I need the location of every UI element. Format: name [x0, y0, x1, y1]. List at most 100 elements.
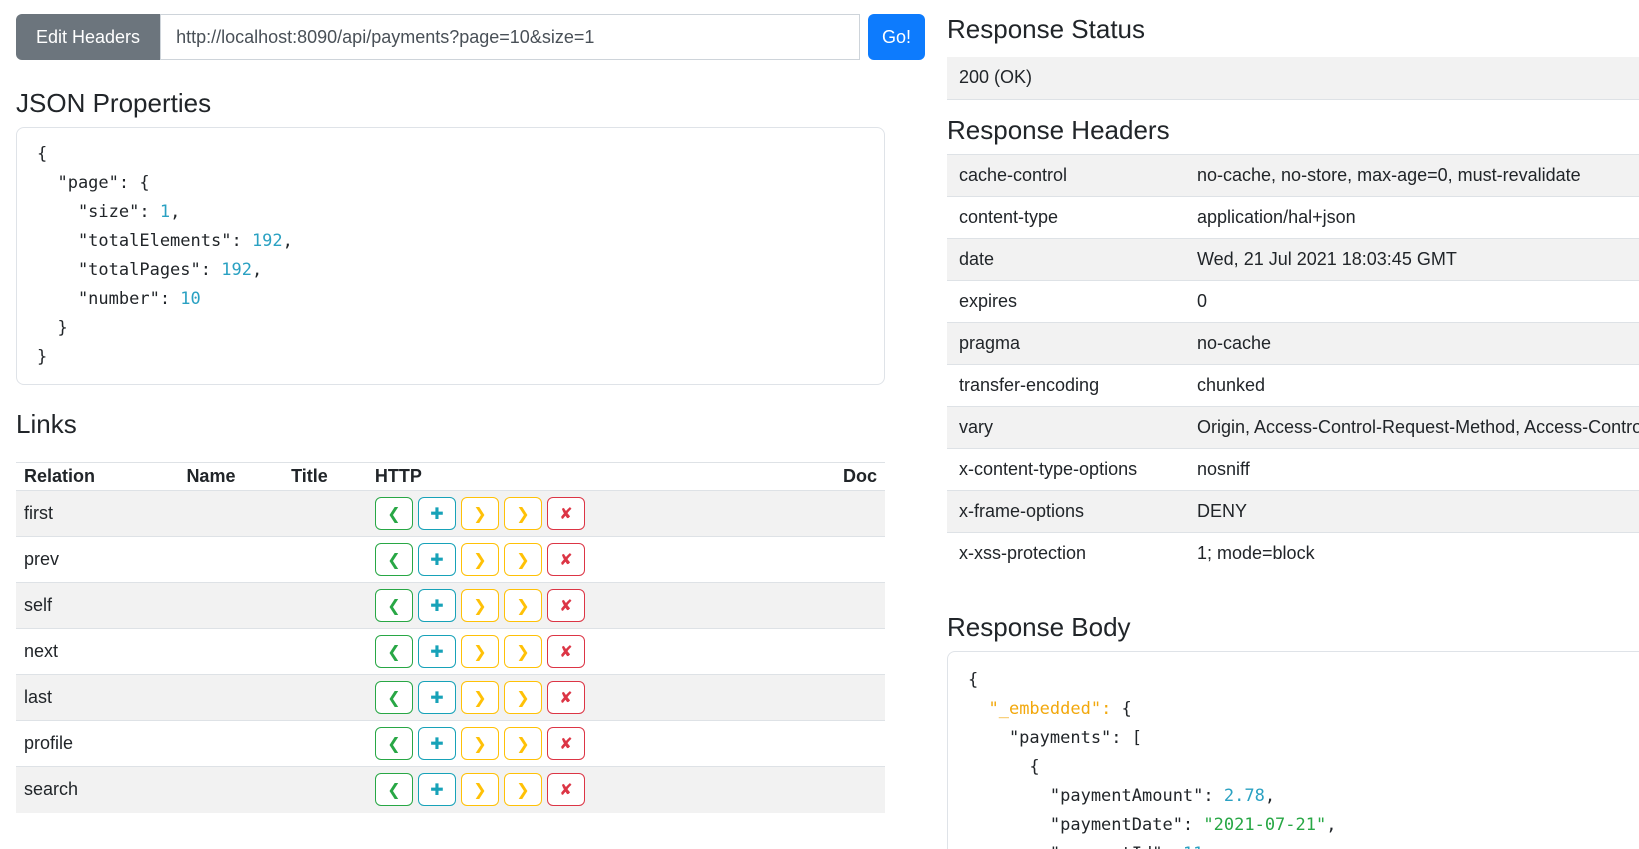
link-relation: prev: [16, 536, 179, 583]
http-put-button[interactable]: ❯: [460, 727, 499, 760]
http-get-button[interactable]: ❮: [374, 497, 413, 530]
link-name: [178, 720, 284, 767]
link-title: [283, 582, 367, 629]
link-relation: self: [16, 582, 179, 629]
http-get-button[interactable]: ❮: [374, 727, 413, 760]
response-header-row: pragma no-cache: [947, 321, 1639, 364]
response-headers-title: Response Headers: [947, 114, 1170, 145]
link-title: [283, 766, 367, 813]
link-doc: [834, 582, 885, 629]
link-row-next: next ❮ ✚ ❯ ❯ ✘: [16, 628, 885, 675]
http-patch-button[interactable]: ❯: [503, 773, 542, 807]
http-post-button[interactable]: ✚: [417, 635, 456, 668]
http-get-button[interactable]: ❮: [374, 589, 413, 622]
http-patch-button[interactable]: ❯: [503, 727, 542, 760]
http-delete-button[interactable]: ✘: [546, 543, 585, 576]
http-patch-button[interactable]: ❯: [503, 589, 542, 622]
json-properties-title: JSON Properties: [16, 88, 212, 118]
header-name: content-type: [947, 195, 1185, 238]
http-put-button[interactable]: ❯: [460, 635, 499, 668]
http-put-button[interactable]: ❯: [460, 681, 499, 714]
link-title: [283, 536, 367, 583]
link-doc: [834, 766, 885, 813]
response-status-row: 200 (OK): [947, 57, 1639, 100]
links-col-name: Name: [178, 462, 284, 491]
link-title: [283, 674, 367, 721]
link-name: [178, 491, 283, 537]
request-url-bar: Edit Headers Go!: [16, 14, 925, 60]
http-delete-button[interactable]: ✘: [546, 681, 585, 714]
http-patch-button[interactable]: ❯: [503, 543, 542, 576]
response-headers-table: cache-control no-cache, no-store, max-ag…: [947, 153, 1639, 574]
response-header-row: x-frame-options DENY: [947, 489, 1639, 532]
header-name: transfer-encoding: [947, 363, 1185, 406]
http-post-button[interactable]: ✚: [417, 589, 456, 622]
header-name: expires: [947, 279, 1185, 322]
link-doc: [834, 720, 885, 767]
links-col-title: Title: [283, 462, 367, 491]
response-header-row: expires 0: [947, 279, 1639, 322]
link-name: [178, 766, 284, 813]
link-relation: search: [16, 766, 179, 813]
link-relation: first: [24, 503, 53, 523]
link-name: [178, 628, 284, 675]
http-patch-button[interactable]: ❯: [503, 497, 542, 530]
response-header-row: x-xss-protection 1; mode=block: [947, 531, 1639, 574]
edit-headers-button[interactable]: Edit Headers: [16, 14, 161, 60]
response-status-title: Response Status: [947, 14, 1146, 44]
response-status-table: 200 (OK): [947, 57, 1639, 100]
links-table: Relation Name Title HTTP Doc first ❮ ✚ ❯ ❯ ✘…: [16, 462, 885, 813]
link-relation: last: [16, 674, 179, 721]
links-title: Links: [16, 409, 77, 439]
header-value: DENY: [1185, 489, 1639, 532]
http-post-button[interactable]: ✚: [417, 543, 456, 576]
response-header-row: date Wed, 21 Jul 2021 18:03:45 GMT: [947, 237, 1639, 280]
http-get-button[interactable]: ❮: [374, 681, 413, 714]
http-get-button[interactable]: ❮: [374, 773, 413, 807]
header-value: nosniff: [1185, 447, 1639, 490]
response-status-value: 200 (OK): [947, 57, 1639, 100]
http-post-button[interactable]: ✚: [417, 497, 456, 530]
http-post-button[interactable]: ✚: [417, 681, 456, 714]
link-relation: profile: [16, 720, 179, 767]
response-header-row: x-content-type-options nosniff: [947, 447, 1639, 490]
links-table-header-row: Relation Name Title HTTP Doc: [16, 462, 885, 491]
http-put-button[interactable]: ❯: [460, 543, 499, 576]
link-row-self: self ❮ ✚ ❯ ❯ ✘: [16, 582, 885, 629]
http-put-button[interactable]: ❯: [460, 589, 499, 622]
http-patch-button[interactable]: ❯: [503, 681, 542, 714]
link-relation: next: [16, 628, 179, 675]
link-doc: [834, 628, 885, 675]
http-patch-button[interactable]: ❯: [503, 635, 542, 668]
url-input[interactable]: [160, 14, 860, 60]
link-name: [178, 674, 284, 721]
header-name: pragma: [947, 321, 1185, 364]
go-button[interactable]: Go!: [867, 14, 925, 60]
http-delete-button[interactable]: ✘: [546, 727, 585, 760]
response-header-row: transfer-encoding chunked: [947, 363, 1639, 406]
http-get-button[interactable]: ❮: [374, 635, 413, 668]
link-row-prev: prev ❮ ✚ ❯ ❯ ✘: [16, 536, 885, 583]
links-col-relation: Relation: [16, 462, 179, 491]
link-doc: [834, 536, 885, 583]
http-delete-button[interactable]: ✘: [546, 589, 585, 622]
http-post-button[interactable]: ✚: [417, 727, 456, 760]
link-name: [178, 582, 284, 629]
link-name: [178, 536, 284, 583]
left-column: Edit Headers Go! JSON Properties { "page…: [16, 14, 925, 813]
response-header-row: vary Origin, Access-Control-Request-Meth…: [947, 405, 1639, 448]
http-get-button[interactable]: ❮: [374, 543, 413, 576]
http-put-button[interactable]: ❯: [460, 773, 499, 807]
header-value: 1; mode=block: [1185, 531, 1639, 574]
right-column: Response Status 200 (OK) Response Header…: [947, 14, 1639, 849]
http-delete-button[interactable]: ✘: [546, 773, 585, 807]
json-properties-code-block: { "page": { "size": 1, "totalElements": …: [16, 127, 885, 385]
http-delete-button[interactable]: ✘: [546, 635, 585, 668]
header-name: date: [947, 237, 1185, 280]
header-name: x-xss-protection: [947, 531, 1185, 574]
http-delete-button[interactable]: ✘: [546, 497, 585, 530]
links-col-http: HTTP: [366, 462, 835, 491]
http-put-button[interactable]: ❯: [460, 497, 499, 530]
header-value: Wed, 21 Jul 2021 18:03:45 GMT: [1185, 237, 1639, 280]
http-post-button[interactable]: ✚: [417, 773, 456, 807]
